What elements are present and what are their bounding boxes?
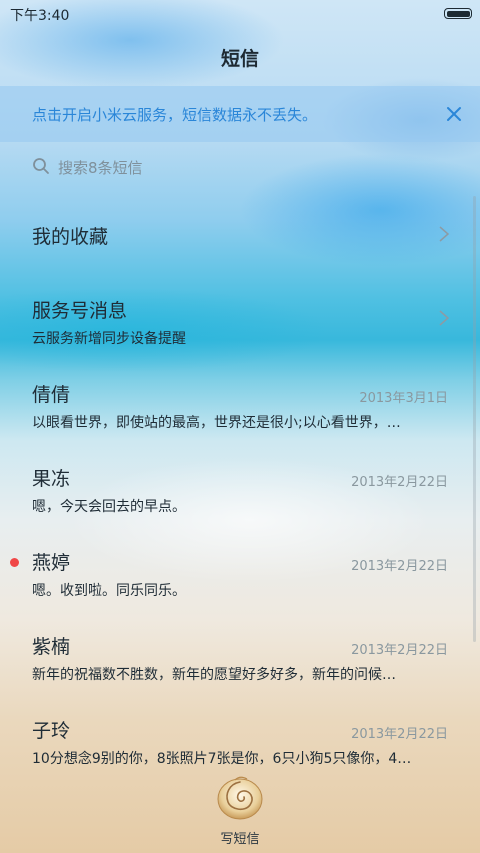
status-bar: 下午3:40 <box>0 0 480 28</box>
list-item[interactable]: 紫楠 2013年2月22日 新年的祝福数不胜数，新年的愿望好多好多，新年的问候… <box>0 612 480 696</box>
close-icon[interactable] <box>442 102 466 126</box>
conversation-date: 2013年2月22日 <box>351 559 448 574</box>
battery-fill <box>446 10 470 17</box>
status-time: 下午3:40 <box>10 8 70 24</box>
search-bar[interactable]: 搜索8条短信 <box>0 142 480 192</box>
list-item[interactable]: 子玲 2013年2月22日 10分想念9别的你，8张照片7张是你，6只小狗5只像… <box>0 696 480 780</box>
list-item[interactable]: 燕婷 2013年2月22日 嗯。收到啦。同乐同乐。 <box>0 528 480 612</box>
conversation-title: 燕婷 <box>32 552 71 574</box>
unread-indicator <box>10 558 19 567</box>
conversation-title: 紫楠 <box>32 636 71 658</box>
conversation-date: 2013年2月22日 <box>351 643 448 658</box>
conversation-title: 果冻 <box>32 468 71 490</box>
search-icon <box>33 158 49 174</box>
conversation-date: 2013年2月22日 <box>351 727 448 742</box>
banner-text[interactable]: 点击开启小米云服务，短信数据永不丢失。 <box>32 104 317 125</box>
conversation-list: 我的收藏 服务号消息 云服务新增同步设备提醒 倩倩 2013年3月1日 以眼看世… <box>0 192 480 780</box>
battery-full-icon <box>444 8 472 19</box>
chevron-right-icon <box>439 226 450 242</box>
compose-button[interactable]: 写短信 <box>205 772 275 852</box>
list-item[interactable]: 果冻 2013年2月22日 嗯，今天会回去的早点。 <box>0 444 480 528</box>
conversation-preview: 云服务新增同步设备提醒 <box>32 331 186 347</box>
conversation-preview: 10分想念9别的你，8张照片7张是你，6只小狗5只像你，4… <box>32 751 412 767</box>
conversation-title: 倩倩 <box>32 384 71 406</box>
title-bar: 短信 <box>0 28 480 86</box>
shell-icon <box>217 776 263 820</box>
cloud-service-banner[interactable]: 点击开启小米云服务，短信数据永不丢失。 <box>0 86 480 142</box>
compose-label: 写短信 <box>220 832 260 847</box>
conversation-preview: 嗯，今天会回去的早点。 <box>32 499 186 515</box>
conversation-date: 2013年2月22日 <box>351 475 448 490</box>
search-input[interactable]: 搜索8条短信 <box>58 157 143 178</box>
list-item-service-messages[interactable]: 服务号消息 云服务新增同步设备提醒 <box>0 276 480 360</box>
conversation-preview: 嗯。收到啦。同乐同乐。 <box>32 583 186 599</box>
conversation-title: 我的收藏 <box>32 226 109 248</box>
list-item-favorites[interactable]: 我的收藏 <box>0 192 480 276</box>
conversation-preview: 新年的祝福数不胜数，新年的愿望好多好多，新年的问候… <box>32 667 396 683</box>
list-item[interactable]: 倩倩 2013年3月1日 以眼看世界，即使站的最高，世界还是很小;以心看世界，… <box>0 360 480 444</box>
conversation-title: 服务号消息 <box>32 300 128 322</box>
chevron-right-icon <box>439 310 450 326</box>
conversation-date: 2013年3月1日 <box>359 391 448 406</box>
scrollbar[interactable] <box>473 196 476 642</box>
conversation-preview: 以眼看世界，即使站的最高，世界还是很小;以心看世界，… <box>32 415 401 431</box>
page-title: 短信 <box>220 47 259 70</box>
conversation-title: 子玲 <box>32 720 71 742</box>
